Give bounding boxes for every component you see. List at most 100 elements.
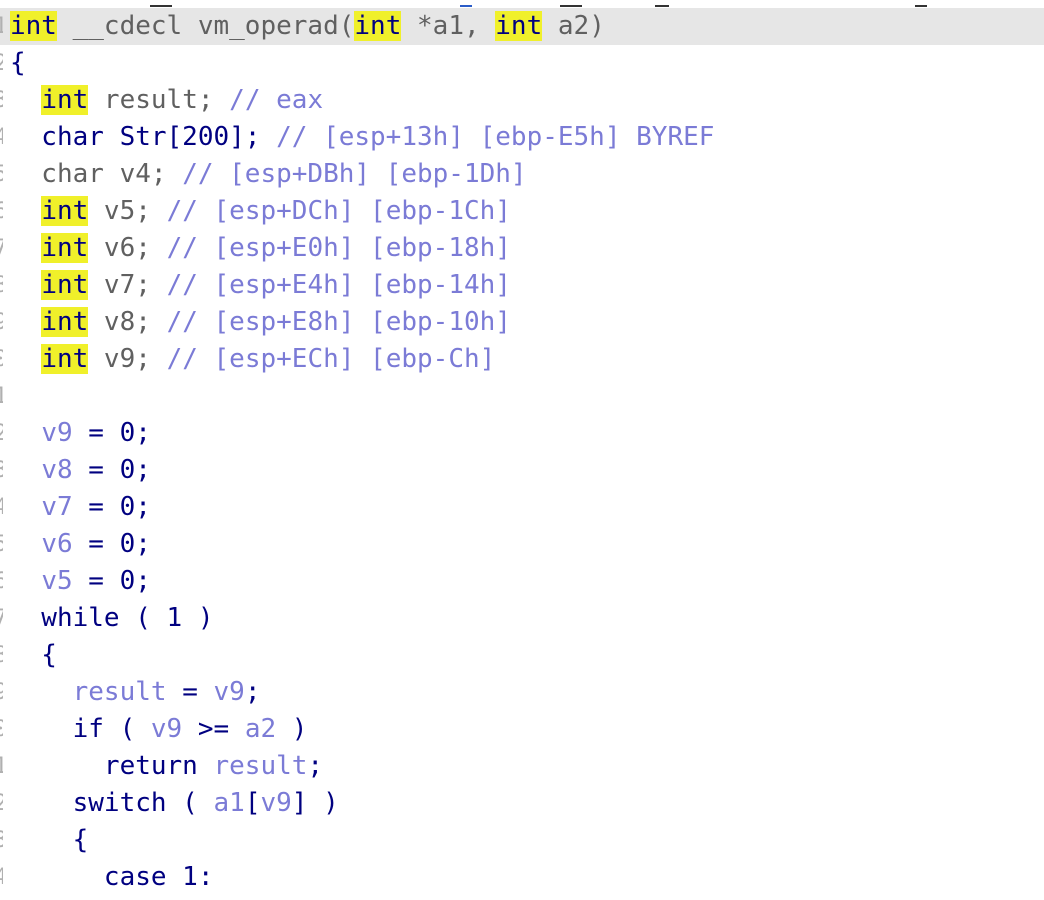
- code-line[interactable]: 0 if ( v9 >= a2 ): [0, 711, 1044, 748]
- line-number: 2: [0, 415, 3, 452]
- code-line[interactable]: 6 v5 = 0;: [0, 563, 1044, 600]
- line-number: 7: [0, 600, 3, 637]
- code-token: // [esp+DBh] [ebp-1Dh]: [182, 159, 527, 189]
- code-line[interactable]: 4 v7 = 0;: [0, 489, 1044, 526]
- line-number: 0: [0, 341, 3, 378]
- code-line[interactable]: 1: [0, 378, 1044, 415]
- code-token: // eax: [229, 85, 324, 115]
- code-token: char Str[200];: [10, 122, 277, 152]
- line-number: 4: [0, 119, 3, 156]
- code-token: *a1,: [401, 11, 496, 41]
- code-line[interactable]: 3 v8 = 0;: [0, 452, 1044, 489]
- code-text: int v7; // [esp+E4h] [ebp-14h]: [10, 267, 511, 304]
- line-number: 8: [0, 267, 3, 304]
- code-token: case 1:: [10, 862, 214, 892]
- code-line[interactable]: 2 switch ( a1[v9] ): [0, 785, 1044, 822]
- code-token: // [esp+13h] [ebp-E5h] BYREF: [276, 122, 715, 152]
- code-line[interactable]: 7 while ( 1 ): [0, 600, 1044, 637]
- code-token: v8: [41, 455, 73, 485]
- code-line[interactable]: 1 return result;: [0, 748, 1044, 785]
- type-keyword-highlight: int: [41, 270, 89, 300]
- tab-close-icon[interactable]: [560, 5, 582, 7]
- code-text: v7 = 0;: [10, 489, 151, 526]
- code-token: v5;: [88, 196, 167, 226]
- code-text: int result; // eax: [10, 82, 323, 119]
- line-number: 0: [0, 711, 3, 748]
- tab-close-icon[interactable]: [915, 5, 927, 7]
- type-keyword-highlight: int: [41, 307, 89, 337]
- code-text: int v5; // [esp+DCh] [ebp-1Ch]: [10, 193, 511, 230]
- code-line[interactable]: 8 int v7; // [esp+E4h] [ebp-14h]: [0, 267, 1044, 304]
- code-line[interactable]: 2 v9 = 0;: [0, 415, 1044, 452]
- code-token: = 0;: [72, 529, 151, 559]
- code-token: return: [10, 751, 214, 781]
- code-token: ;: [307, 751, 324, 781]
- type-keyword-highlight: int: [495, 11, 543, 41]
- code-token: v6: [41, 529, 73, 559]
- tab-close-icon[interactable]: [655, 5, 669, 7]
- code-text: return result;: [10, 748, 323, 785]
- code-text: {: [10, 822, 89, 859]
- line-number: 3: [0, 452, 3, 489]
- code-text: v5 = 0;: [10, 563, 151, 600]
- code-line[interactable]: 7 int v6; // [esp+E0h] [ebp-18h]: [0, 230, 1044, 267]
- tab-inactive[interactable]: [880, 0, 1044, 8]
- code-text: char v4; // [esp+DBh] [ebp-1Dh]: [10, 156, 527, 193]
- code-token: if (: [10, 714, 151, 744]
- code-text: {: [10, 45, 26, 82]
- type-keyword-highlight: int: [41, 233, 89, 263]
- code-line[interactable]: 3 int result; // eax: [0, 82, 1044, 119]
- code-line[interactable]: 9 result = v9;: [0, 674, 1044, 711]
- code-line[interactable]: 6 int v5; // [esp+DCh] [ebp-1Ch]: [0, 193, 1044, 230]
- code-token: result: [72, 677, 167, 707]
- line-number: 2: [0, 785, 3, 822]
- line-number: 6: [0, 563, 3, 600]
- tab-close-icon[interactable]: [150, 5, 172, 7]
- line-number: 8: [0, 637, 3, 674]
- line-number: 4: [0, 489, 3, 526]
- code-text: case 1:: [10, 859, 214, 896]
- code-line[interactable]: 3 {: [0, 822, 1044, 859]
- code-token: {: [10, 48, 26, 78]
- code-line[interactable]: 8 {: [0, 637, 1044, 674]
- code-token: = 0;: [72, 455, 151, 485]
- code-token: a2): [542, 11, 605, 41]
- code-line[interactable]: 5 v6 = 0;: [0, 526, 1044, 563]
- code-token: ): [276, 714, 308, 744]
- code-line[interactable]: 4 case 1:: [0, 859, 1044, 896]
- code-text: result = v9;: [10, 674, 261, 711]
- code-text: switch ( a1[v9] ): [10, 785, 339, 822]
- code-text: while ( 1 ): [10, 600, 214, 637]
- code-token: v5: [41, 566, 73, 596]
- code-token: // [esp+ECh] [ebp-Ch]: [166, 344, 496, 374]
- code-line[interactable]: 5 char v4; // [esp+DBh] [ebp-1Dh]: [0, 156, 1044, 193]
- line-number: 9: [0, 304, 3, 341]
- pseudocode-editor[interactable]: 1int __cdecl vm_operad(int *a1, int a2)2…: [0, 8, 1044, 900]
- code-token: {: [10, 825, 89, 855]
- code-token: __cdecl vm_operad(: [56, 11, 355, 41]
- code-token: v7: [41, 492, 73, 522]
- code-line[interactable]: 4 char Str[200]; // [esp+13h] [ebp-E5h] …: [0, 119, 1044, 156]
- code-text: char Str[200]; // [esp+13h] [ebp-E5h] BY…: [10, 119, 714, 156]
- code-token: // [esp+DCh] [ebp-1Ch]: [166, 196, 511, 226]
- line-number: 1: [0, 8, 3, 45]
- code-text: int __cdecl vm_operad(int *a1, int a2): [10, 8, 605, 45]
- code-token: switch (: [10, 788, 214, 818]
- code-line[interactable]: 0 int v9; // [esp+ECh] [ebp-Ch]: [0, 341, 1044, 378]
- code-text: int v8; // [esp+E8h] [ebp-10h]: [10, 304, 511, 341]
- code-line[interactable]: 9 int v8; // [esp+E8h] [ebp-10h]: [0, 304, 1044, 341]
- code-token: v9: [150, 714, 183, 744]
- code-token: = 0;: [72, 566, 151, 596]
- code-line[interactable]: 2{: [0, 45, 1044, 82]
- code-line[interactable]: 1int __cdecl vm_operad(int *a1, int a2): [0, 8, 1044, 45]
- code-text: int v6; // [esp+E0h] [ebp-18h]: [10, 230, 511, 267]
- code-token: // [esp+E4h] [ebp-14h]: [166, 270, 511, 300]
- type-keyword-highlight: int: [41, 196, 89, 226]
- code-token: while ( 1 ): [10, 603, 214, 633]
- tab-strip: [0, 0, 1044, 8]
